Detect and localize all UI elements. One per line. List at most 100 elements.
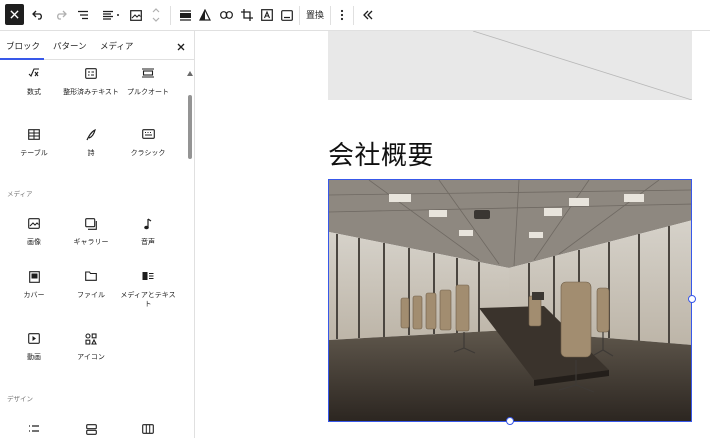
image-icon [130, 9, 142, 21]
redo-icon [57, 10, 67, 20]
block-label: 整形済みテキスト [63, 88, 119, 96]
block-list-partial[interactable] [5, 424, 63, 438]
block-icon[interactable]: アイコン [62, 333, 120, 362]
redo-button[interactable] [53, 0, 69, 31]
pullquote-icon [142, 68, 154, 78]
block-align-button[interactable] [177, 0, 193, 31]
icon-block-icon [85, 333, 97, 345]
toolbar-divider [330, 6, 331, 25]
block-toolbar: 置換 [0, 0, 710, 31]
more-options-button[interactable] [335, 0, 349, 31]
block-label: ギャラリー [73, 238, 109, 246]
block-image[interactable]: 画像 [5, 218, 63, 247]
active-tab-indicator [0, 58, 44, 60]
block-label: ファイル [77, 291, 105, 299]
block-inserter-panel: ブロック パターン メディア 数式 整形済みテキスト プルクオート テーブル 詩… [0, 31, 195, 438]
duotone-button[interactable] [197, 0, 213, 31]
block-label: 画像 [27, 238, 41, 246]
block-classic[interactable]: クラシック [119, 129, 177, 158]
block-label: プルクオート [127, 88, 169, 96]
inserter-tabs: ブロック パターン メディア [0, 31, 194, 60]
close-icon [177, 43, 185, 51]
tab-patterns[interactable]: パターン [53, 40, 87, 52]
selected-image-block[interactable] [328, 179, 692, 422]
video-icon [28, 333, 40, 344]
more-vertical-icon [340, 9, 344, 21]
replace-button[interactable]: 置換 [306, 8, 324, 21]
gallery-icon [85, 218, 97, 230]
undo-button[interactable] [30, 0, 46, 31]
duotone-icon [199, 9, 211, 21]
editor-canvas: 会社概要 [195, 31, 710, 438]
block-preformatted[interactable]: 整形済みテキスト [62, 68, 120, 97]
block-pullquote[interactable]: プルクオート [119, 68, 177, 97]
audio-icon [144, 218, 152, 230]
math-icon [28, 68, 39, 77]
document-overview-button[interactable] [75, 0, 91, 31]
block-verse[interactable]: 詩 [62, 129, 120, 158]
close-icon [10, 10, 19, 19]
block-label: メディアとテキスト [120, 291, 176, 308]
collapse-toolbar-button[interactable] [360, 0, 376, 31]
image-placeholder[interactable] [328, 31, 693, 101]
toolbar-divider [170, 6, 171, 25]
text-over-image-icon [261, 9, 273, 21]
list-icon [29, 425, 39, 432]
block-label: 動画 [27, 353, 41, 361]
block-label: カバー [23, 291, 45, 299]
block-video[interactable]: 動画 [5, 333, 63, 362]
cover-icon [28, 271, 40, 283]
block-label: テーブル [20, 149, 48, 157]
scrollbar-thumb[interactable] [188, 95, 192, 159]
image-block-button[interactable] [128, 0, 144, 31]
block-media-text[interactable]: メディアとテキスト [119, 271, 177, 309]
block-cover[interactable]: カバー [5, 271, 63, 300]
tab-media[interactable]: メディア [100, 40, 133, 52]
close-panel-button[interactable] [175, 38, 187, 51]
image-icon [28, 218, 40, 229]
block-file[interactable]: ファイル [62, 271, 120, 300]
triangle-up-icon [187, 71, 193, 76]
block-label: 詩 [87, 149, 95, 157]
block-gallery[interactable]: ギャラリー [62, 218, 120, 247]
block-label: 数式 [27, 88, 41, 96]
media-text-icon [142, 272, 154, 280]
move-button[interactable] [150, 0, 162, 31]
toolbar-divider [353, 6, 354, 25]
align-icon [103, 10, 119, 20]
table-icon [28, 129, 40, 140]
block-math[interactable]: 数式 [5, 68, 63, 97]
section-heading-design: デザイン [7, 395, 33, 403]
scroll-up-arrow[interactable] [187, 61, 193, 76]
resize-handle-bottom[interactable] [506, 417, 514, 425]
link-icon [219, 11, 233, 19]
page-heading[interactable]: 会社概要 [328, 135, 434, 172]
block-audio[interactable]: 音声 [119, 218, 177, 247]
block-columns-partial[interactable] [119, 424, 177, 438]
align-button[interactable] [101, 0, 123, 31]
block-table[interactable]: テーブル [5, 129, 63, 158]
section-heading-media: メディア [7, 190, 33, 198]
crop-icon [241, 9, 253, 21]
conference-room-photo [329, 180, 691, 421]
stack-icon [85, 424, 97, 435]
text-overlay-button[interactable] [259, 0, 275, 31]
list-view-icon [78, 10, 88, 20]
caption-icon [281, 9, 293, 21]
resize-handle-right[interactable] [688, 295, 696, 303]
toolbar-divider [299, 6, 300, 25]
close-inserter-button[interactable] [5, 4, 24, 25]
classic-icon [141, 129, 155, 139]
placeholder-diagonal [472, 31, 693, 101]
block-label: アイコン [77, 353, 105, 361]
folder-icon [85, 271, 97, 281]
link-button[interactable] [218, 0, 234, 31]
align-full-icon [179, 9, 191, 21]
columns-icon [142, 424, 154, 434]
chevron-double-left-icon [363, 10, 373, 20]
tab-blocks[interactable]: ブロック [6, 40, 40, 52]
crop-button[interactable] [239, 0, 255, 31]
caption-button[interactable] [279, 0, 295, 31]
undo-icon [32, 10, 42, 20]
block-group-partial[interactable] [62, 424, 120, 438]
